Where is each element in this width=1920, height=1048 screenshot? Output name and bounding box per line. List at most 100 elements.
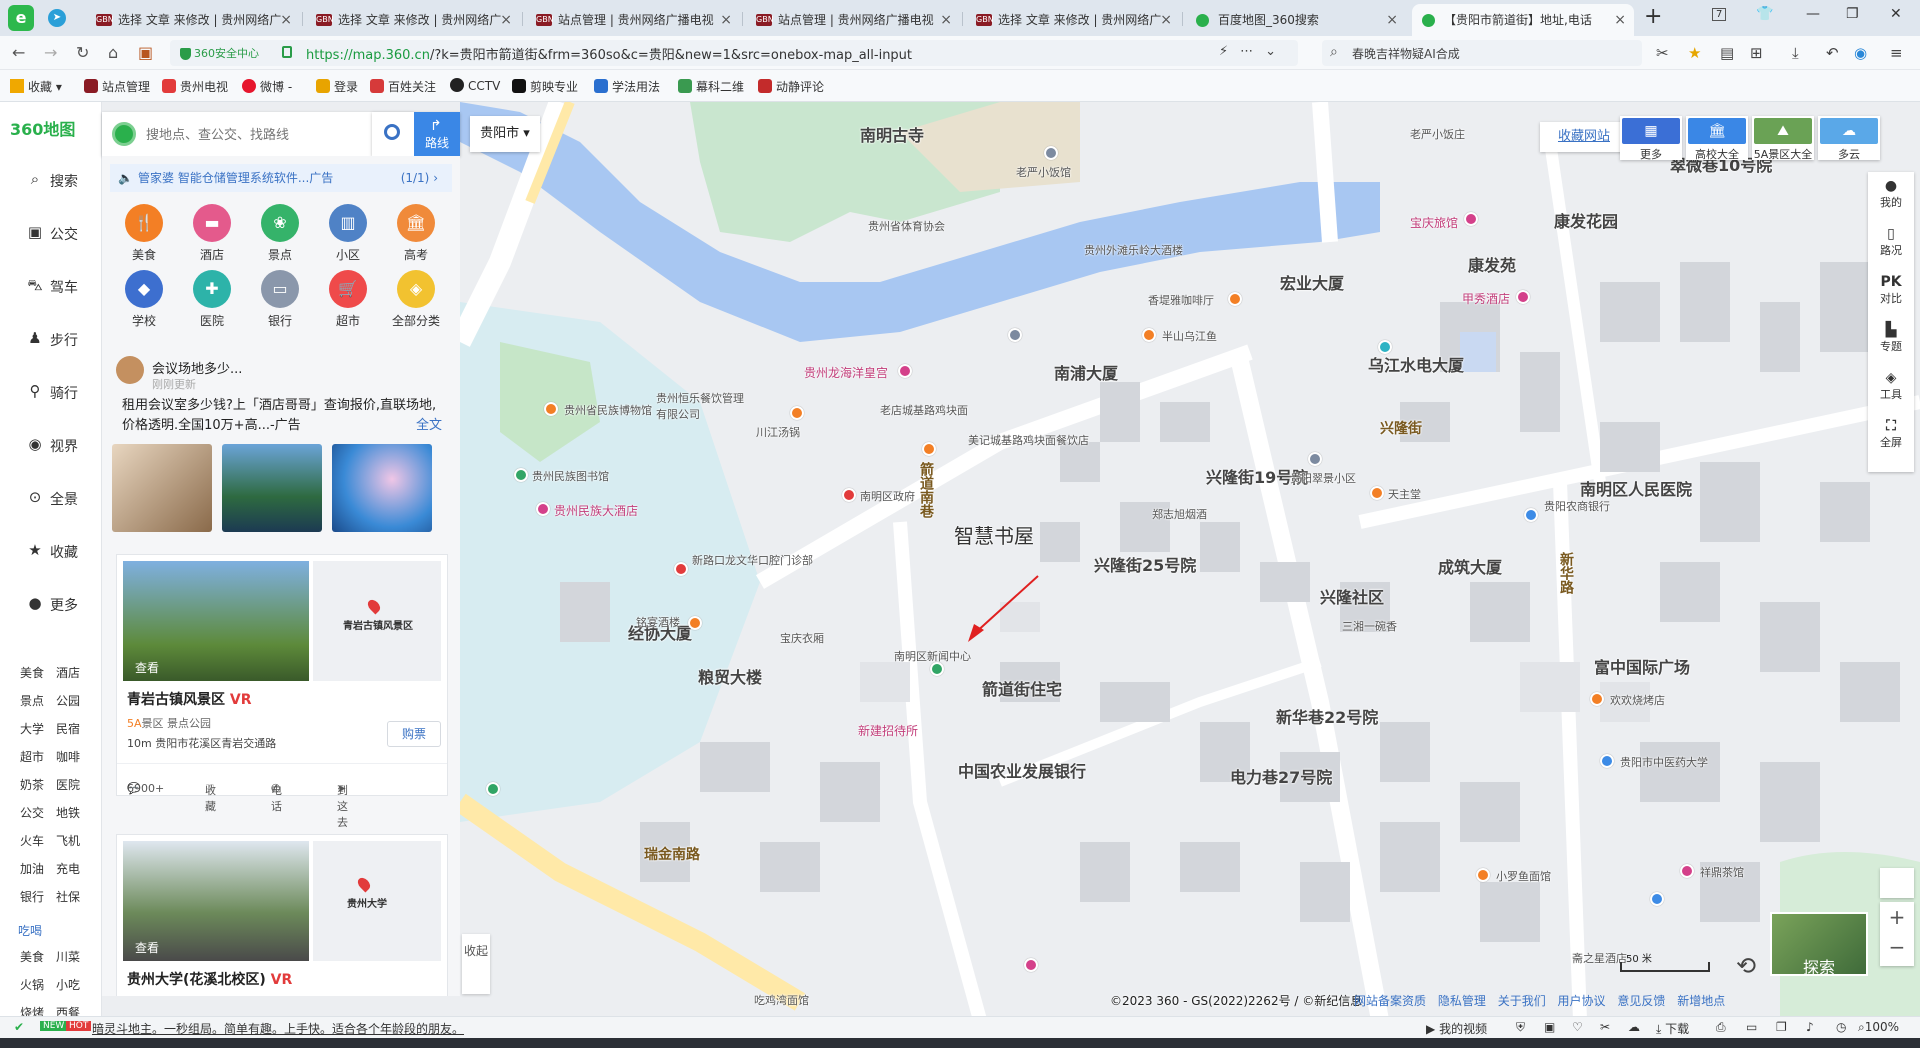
tools-button[interactable]: ◈ 工具 bbox=[1868, 370, 1914, 402]
area-label[interactable]: 箭道街住宅 bbox=[982, 676, 1062, 700]
undo-icon[interactable]: ↶ bbox=[1826, 44, 1839, 62]
zoom-out-button[interactable]: − bbox=[1880, 932, 1914, 962]
poi-marker[interactable] bbox=[1370, 486, 1384, 500]
universities-button[interactable]: 🏛 高校大全 bbox=[1686, 116, 1748, 161]
quick-link[interactable]: 社保 bbox=[56, 888, 92, 916]
poi-marker[interactable] bbox=[674, 562, 688, 576]
poi-label[interactable]: 贵阳翠景小区 bbox=[1290, 470, 1356, 486]
footer-link[interactable]: 意见反馈 bbox=[1617, 994, 1665, 1008]
zoom-in-button[interactable]: + bbox=[1880, 902, 1914, 932]
category-bank[interactable]: ▭ 银行 bbox=[250, 270, 310, 329]
place-card-guizhou-university[interactable]: 查看 贵州大学 贵州大学(花溪北校区) VR bbox=[116, 834, 448, 996]
rail-item-bus[interactable]: ▣ 公交 bbox=[0, 215, 100, 251]
area-label[interactable]: 康发苑 bbox=[1468, 252, 1516, 276]
route-button[interactable]: ↱ 路线 bbox=[414, 112, 460, 156]
view-label[interactable]: 查看 bbox=[135, 939, 159, 956]
poi-label[interactable]: 贵州龙海洋皇宫 bbox=[804, 364, 888, 381]
mini-map[interactable]: 贵州大学 bbox=[313, 841, 441, 961]
full-text-link[interactable]: 全文 bbox=[416, 416, 442, 436]
fullscreen-button[interactable]: ⛶ 全屏 bbox=[1868, 418, 1914, 450]
poi-marker[interactable] bbox=[898, 364, 912, 378]
home-icon[interactable]: ⌂ bbox=[108, 43, 118, 62]
explore-button[interactable]: 探索 bbox=[1770, 912, 1868, 977]
poi-label[interactable]: 贵阳市中医药大学 bbox=[1620, 754, 1708, 770]
place-title[interactable]: 青岩古镇风景区 VR bbox=[127, 689, 252, 709]
close-icon[interactable]: × bbox=[1160, 4, 1172, 36]
bookmark-item[interactable]: 学法用法 bbox=[594, 78, 660, 95]
window-icon[interactable]: ▭ bbox=[1746, 1020, 1757, 1034]
brand-logo[interactable]: 360地图 bbox=[10, 116, 75, 140]
category-food[interactable]: 🍴 美食 bbox=[114, 204, 174, 263]
poi-label[interactable]: 美记城基路鸡块面餐饮店 bbox=[968, 432, 1089, 448]
quick-link[interactable]: 美食 bbox=[20, 664, 56, 692]
minimize-icon[interactable]: — bbox=[1806, 6, 1820, 22]
url-field[interactable]: 360安全中心 https://map.360.cn/?k=贵阳市箭道街&frm… bbox=[170, 40, 1298, 66]
zoom-level[interactable]: ⌕100% bbox=[1858, 1020, 1899, 1035]
rail-item-favorites[interactable]: ★ 收藏 bbox=[0, 533, 100, 569]
poi-label[interactable]: 斋之星酒店 bbox=[1572, 950, 1627, 966]
copy-icon[interactable]: ❐ bbox=[1776, 1020, 1787, 1034]
poi-marker[interactable] bbox=[1650, 892, 1664, 906]
buy-ticket-button[interactable]: 购票 bbox=[387, 721, 441, 747]
poi-label[interactable]: 贵阳农商银行 bbox=[1544, 498, 1610, 514]
poi-marker[interactable] bbox=[1308, 452, 1322, 466]
footer-link[interactable]: 新增地点 bbox=[1677, 994, 1725, 1008]
poi-label[interactable]: 郑志旭烟酒 bbox=[1152, 506, 1207, 522]
tab-1[interactable]: GBN 选择 文章 来修改 | 贵州网络广 × bbox=[86, 4, 300, 36]
category-hospital[interactable]: ✚ 医院 bbox=[182, 270, 242, 329]
poi-label[interactable]: 老店城基路鸡块面 bbox=[880, 402, 968, 418]
my-video-button[interactable]: ▶ 我的视频 bbox=[1426, 1020, 1487, 1037]
poi-marker[interactable] bbox=[1600, 754, 1614, 768]
close-window-icon[interactable]: ✕ bbox=[1890, 6, 1902, 22]
poi-marker[interactable] bbox=[1590, 692, 1604, 706]
area-label[interactable]: 兴隆街25号院 bbox=[1094, 552, 1196, 576]
cloud-status-icon[interactable]: ☁ bbox=[1628, 1020, 1640, 1034]
footer-link[interactable]: 网站备案资质 bbox=[1354, 994, 1426, 1008]
bookmark-item[interactable]: 站点管理 bbox=[84, 78, 150, 95]
quick-link[interactable]: 充电 bbox=[56, 860, 92, 888]
my-button[interactable]: ● 我的 bbox=[1868, 178, 1914, 210]
image-icon[interactable]: ▣ bbox=[1544, 1020, 1555, 1034]
rail-item-vision[interactable]: ◉ 视界 bbox=[0, 427, 100, 463]
news-photo[interactable] bbox=[112, 444, 212, 532]
area-label[interactable]: 成筑大厦 bbox=[1438, 554, 1502, 578]
poi-marker[interactable] bbox=[1476, 868, 1490, 882]
poi-marker[interactable] bbox=[842, 488, 856, 502]
close-icon[interactable]: × bbox=[1614, 4, 1626, 36]
reader-icon[interactable]: ▤ bbox=[1720, 44, 1734, 62]
shirt-icon[interactable]: 👕 bbox=[1756, 6, 1773, 22]
tab-5[interactable]: GBN 选择 文章 来修改 | 贵州网络广 × bbox=[966, 4, 1180, 36]
city-selector[interactable]: 贵阳市 ▾ bbox=[470, 116, 540, 152]
area-label[interactable]: 南明古寺 bbox=[860, 122, 924, 146]
quick-link[interactable]: 火车 bbox=[20, 832, 56, 860]
hd-toggle-button[interactable] bbox=[1880, 868, 1914, 898]
telegram-icon[interactable]: ➤ bbox=[48, 9, 66, 27]
traffic-button[interactable]: ▯ 路况 bbox=[1868, 226, 1914, 258]
quick-link[interactable]: 医院 bbox=[56, 776, 92, 804]
poi-marker[interactable] bbox=[1464, 212, 1478, 226]
category-gaokao[interactable]: 🏛 高考 bbox=[386, 204, 446, 263]
poi-marker[interactable] bbox=[790, 406, 804, 420]
poi-label[interactable]: 贵州民族图书馆 bbox=[532, 468, 609, 484]
printer-icon[interactable]: ⎙ bbox=[1716, 1020, 1726, 1035]
poi-label[interactable]: 小罗鱼面馆 bbox=[1496, 868, 1551, 884]
area-label[interactable]: 富中国际广场 bbox=[1594, 654, 1690, 678]
poi-label[interactable]: 贵州恒乐餐饮管理有限公司 bbox=[656, 390, 746, 422]
area-label[interactable]: 中国农业发展银行 bbox=[958, 758, 1086, 782]
browser-search-field[interactable]: ⌕ 春晚吉祥物疑AI合成 bbox=[1322, 40, 1642, 66]
poi-marker[interactable] bbox=[1680, 864, 1694, 878]
bookmark-item[interactable]: 微博 - bbox=[242, 78, 292, 95]
area-label[interactable]: 新华巷22号院 bbox=[1276, 704, 1378, 728]
quick-link[interactable]: 加油 bbox=[20, 860, 56, 888]
quick-link[interactable]: 公园 bbox=[56, 692, 92, 720]
footer-link[interactable]: 隐私管理 bbox=[1438, 994, 1486, 1008]
poi-marker[interactable] bbox=[1142, 328, 1156, 342]
security-badge[interactable]: 360安全中心 bbox=[180, 45, 259, 61]
favorite-site-link[interactable]: 收藏网站 bbox=[1540, 122, 1628, 152]
highlight-place-label[interactable]: 智慧书屋 bbox=[954, 520, 1034, 549]
quick-link[interactable]: 奶茶 bbox=[20, 776, 56, 804]
poi-label[interactable]: 老严小饭馆 bbox=[1016, 164, 1071, 180]
mini-map[interactable]: 青岩古镇风景区 bbox=[313, 561, 441, 681]
close-icon[interactable]: × bbox=[500, 4, 512, 36]
tab-7-active[interactable]: 【贵阳市箭道街】地址,电话 × bbox=[1412, 4, 1634, 36]
